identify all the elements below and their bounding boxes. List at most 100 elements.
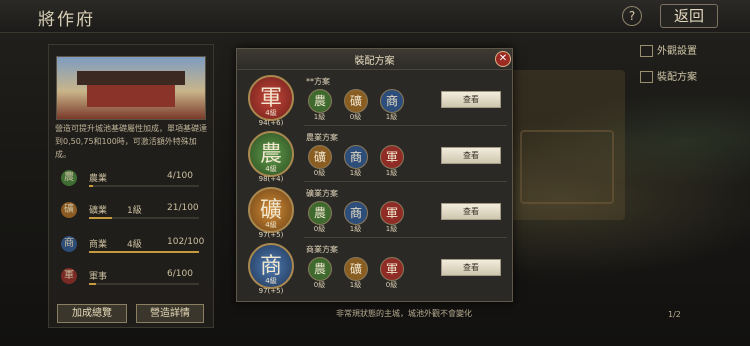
stat-progress-fill [89,283,96,285]
palace-image [56,56,206,120]
view-button[interactable]: 查看 [441,147,501,164]
stat-progress-fill [89,185,94,187]
slot-military: 軍 1級 [378,145,406,179]
stat-level: 1級 [127,206,142,216]
dialog-header: 裝配方案 ✕ [237,49,512,70]
dialog-title: 裝配方案 [354,56,395,67]
main-value: 97(+5) [258,287,284,295]
close-button[interactable]: ✕ [495,51,511,67]
scheme-name: **方案 [306,77,330,86]
slot-char: 農 [308,257,332,281]
scheme-name: 礦業方案 [306,189,338,198]
construction-detail-button[interactable]: 營造詳情 [136,304,204,323]
page-title: 將作府 [38,10,95,30]
main-level: 4級 [265,221,277,229]
back-button[interactable]: 返回 [660,4,718,28]
slot-char: 農 [308,201,332,225]
appearance-settings-link[interactable]: 外觀設置 [640,42,697,57]
slot-mining: 礦 0級 [342,89,370,123]
slot-commerce: 商 1級 [342,201,370,235]
scheme-main-medal: 商 4級 [248,243,294,289]
slot-level: 1級 [385,169,398,177]
slot-char: 礦 [344,89,368,113]
scheme-row-commerce: 商 4級 97(+5) 商業方案 農 0級 礦 1級 軍 0級 查看 [239,241,509,298]
slot-commerce: 商 1級 [378,89,406,123]
footer-note: 非常規狀態的主城，城池外觀不會變化 [336,309,472,318]
stat-progress-bar [89,217,199,219]
slot-agriculture: 農 1級 [306,89,334,123]
slot-military: 軍 1級 [378,201,406,235]
main-level: 4級 [265,109,277,117]
stat-name: 軍事 [89,272,108,282]
slot-mining: 礦 1級 [342,257,370,291]
help-button[interactable]: ? [622,6,642,26]
main-level: 4級 [265,165,277,173]
scheme-row-agriculture: 農 4級 98(+4) 農業方案 礦 0級 商 1級 軍 1級 查看 [239,129,509,186]
stat-value: 4/100 [167,171,193,181]
stat-value: 6/100 [167,269,193,279]
appearance-settings-label: 外觀設置 [657,46,697,57]
palace-hall [87,85,175,107]
scheme-main-medal: 礦 4級 [248,187,294,233]
construction-description: 營造可提升城池基礎屬性加成，單項基礎達到0,50,75和100時，可激活額外特殊… [55,124,207,159]
slot-char: 軍 [380,257,404,281]
view-button[interactable]: 查看 [441,203,501,220]
view-button[interactable]: 查看 [441,91,501,108]
scheme-main-medal: 農 4級 [248,131,294,177]
scroll-icon [640,71,653,83]
slot-char: 商 [344,145,368,169]
scheme-main-medal: 軍 4級 [248,75,294,121]
slot-level: 0級 [313,169,326,177]
stat-row-commerce: 商 商業 4級 102/100 [55,234,205,256]
slot-agriculture: 農 0級 [306,201,334,235]
slot-char: 軍 [380,145,404,169]
assembly-scheme-dialog: 裝配方案 ✕ 軍 4級 94(+6) **方案 農 1級 礦 0級 商 1級 查看 農… [236,48,513,302]
mining-icon: 礦 [61,202,77,218]
stat-name: 礦業 [89,206,108,216]
page-indicator: 1/2 [668,310,681,319]
commerce-icon: 商 [61,236,77,252]
scheme-row-mining: 礦 4級 97(+5) 礦業方案 農 0級 商 1級 軍 1級 查看 [239,185,509,242]
stat-name: 農業 [89,174,108,184]
city-wall [520,130,614,204]
main-value: 98(+4) [258,175,284,183]
stat-row-mining: 礦 礦業 1級 21/100 [55,200,205,222]
stat-value: 21/100 [167,203,199,213]
palace-roof [77,71,185,85]
slot-level: 1級 [349,225,362,233]
stat-level: 4級 [127,240,142,250]
slot-char: 礦 [308,145,332,169]
slot-level: 1級 [349,281,362,289]
slot-mining: 礦 0級 [306,145,334,179]
assembly-scheme-label: 裝配方案 [657,72,697,83]
slot-agriculture: 農 0級 [306,257,334,291]
scheme-name: 農業方案 [306,133,338,142]
slot-level: 0級 [385,281,398,289]
scheme-row-military: 軍 4級 94(+6) **方案 農 1級 礦 0級 商 1級 查看 [239,73,509,130]
slot-char: 商 [380,89,404,113]
main-value: 94(+6) [258,119,284,127]
stat-progress-fill [89,217,113,219]
slot-char: 商 [344,201,368,225]
row-divider [304,125,507,126]
slot-char: 農 [308,89,332,113]
bonus-overview-button[interactable]: 加成總覽 [57,304,127,323]
view-button[interactable]: 查看 [441,259,501,276]
slot-char: 軍 [380,201,404,225]
main-level: 4級 [265,277,277,285]
slot-level: 0級 [313,225,326,233]
stat-progress-bar [89,251,199,253]
slot-commerce: 商 1級 [342,145,370,179]
scheme-name: 商業方案 [306,245,338,254]
row-divider [304,181,507,182]
stat-progress-bar [89,283,199,285]
slot-level: 1級 [349,169,362,177]
assembly-scheme-link[interactable]: 裝配方案 [640,68,697,83]
military-icon: 軍 [61,268,77,284]
slot-level: 1級 [385,113,398,121]
stat-name: 商業 [89,240,108,250]
main-value: 97(+5) [258,231,284,239]
slot-level: 1級 [385,225,398,233]
top-bar: 將作府 ? 返回 [0,0,750,33]
building-icon [640,45,653,57]
